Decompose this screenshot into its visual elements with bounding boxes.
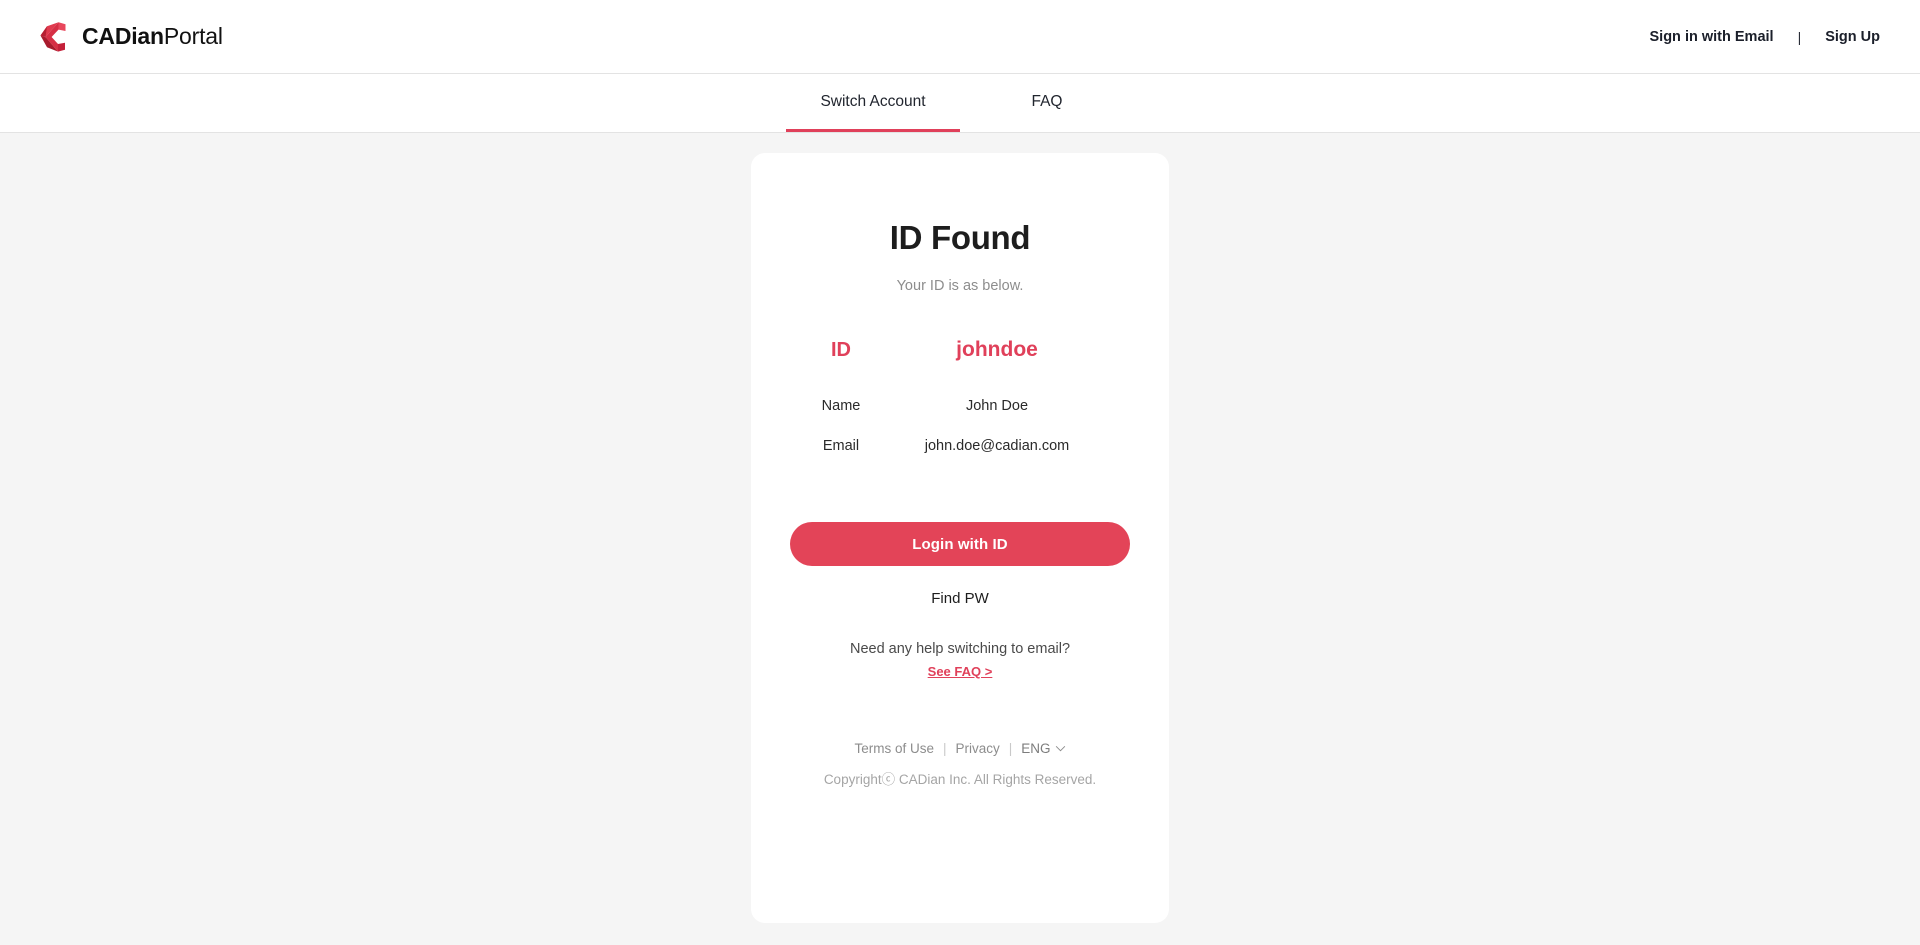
header-actions: Sign in with Email | Sign Up — [1648, 23, 1883, 51]
app-header: CADianPortal Sign in with Email | Sign U… — [0, 0, 1920, 74]
tab-faq[interactable]: FAQ — [960, 74, 1134, 132]
sign-in-with-email-link[interactable]: Sign in with Email — [1648, 23, 1776, 51]
help-text: Need any help switching to email? — [849, 641, 1071, 657]
info-label-name: Name — [821, 398, 861, 414]
brand-name-bold: CADian — [82, 23, 164, 49]
brand-name-light: Portal — [163, 23, 223, 49]
copyright-text: Copyrightⓒ CADian Inc. All Rights Reserv… — [823, 772, 1097, 787]
chevron-down-icon — [1055, 745, 1066, 752]
language-selector[interactable]: ENG — [1021, 741, 1065, 756]
login-with-id-button[interactable]: Login with ID — [790, 522, 1130, 566]
sign-up-link[interactable]: Sign Up — [1823, 23, 1882, 51]
main-content: ID Found Your ID is as below. ID johndoe… — [0, 133, 1920, 945]
card-footer: Terms of Use | Privacy | ENG Copyrightⓒ … — [785, 741, 1135, 818]
info-value-id: johndoe — [956, 338, 1038, 361]
info-value-email: john.doe@cadian.com — [924, 438, 1070, 454]
info-row-email: Email john.doe@cadian.com — [785, 438, 1135, 454]
footer-divider-1: | — [942, 741, 947, 756]
footer-links: Terms of Use | Privacy | ENG — [854, 741, 1065, 756]
page-subtitle: Your ID is as below. — [896, 278, 1024, 294]
terms-of-use-link[interactable]: Terms of Use — [854, 741, 934, 756]
tab-faq-label: FAQ — [1031, 92, 1063, 110]
id-found-card: ID Found Your ID is as below. ID johndoe… — [751, 153, 1169, 923]
info-row-name: Name John Doe — [785, 398, 1135, 414]
tab-switch-account-label: Switch Account — [820, 92, 926, 110]
page-title: ID Found — [889, 219, 1031, 256]
info-label-email: Email — [822, 438, 860, 454]
brand-logo[interactable]: CADianPortal — [38, 21, 223, 53]
find-pw-link[interactable]: Find PW — [931, 590, 989, 607]
info-label-id: ID — [831, 339, 851, 361]
cadian-c-logo-icon — [38, 21, 68, 53]
account-info-list: ID johndoe Name John Doe Email john.doe@… — [785, 338, 1135, 454]
header-separator: | — [1797, 28, 1802, 45]
tab-bar: Switch Account FAQ — [0, 74, 1920, 133]
footer-divider-2: | — [1008, 741, 1013, 756]
privacy-link[interactable]: Privacy — [956, 741, 1000, 756]
brand-wordmark: CADianPortal — [82, 23, 223, 50]
info-value-name: John Doe — [965, 398, 1029, 414]
tab-switch-account[interactable]: Switch Account — [786, 74, 960, 132]
info-row-id: ID johndoe — [785, 338, 1135, 362]
see-faq-link[interactable]: See FAQ > — [928, 664, 993, 679]
language-selector-label: ENG — [1021, 741, 1051, 756]
